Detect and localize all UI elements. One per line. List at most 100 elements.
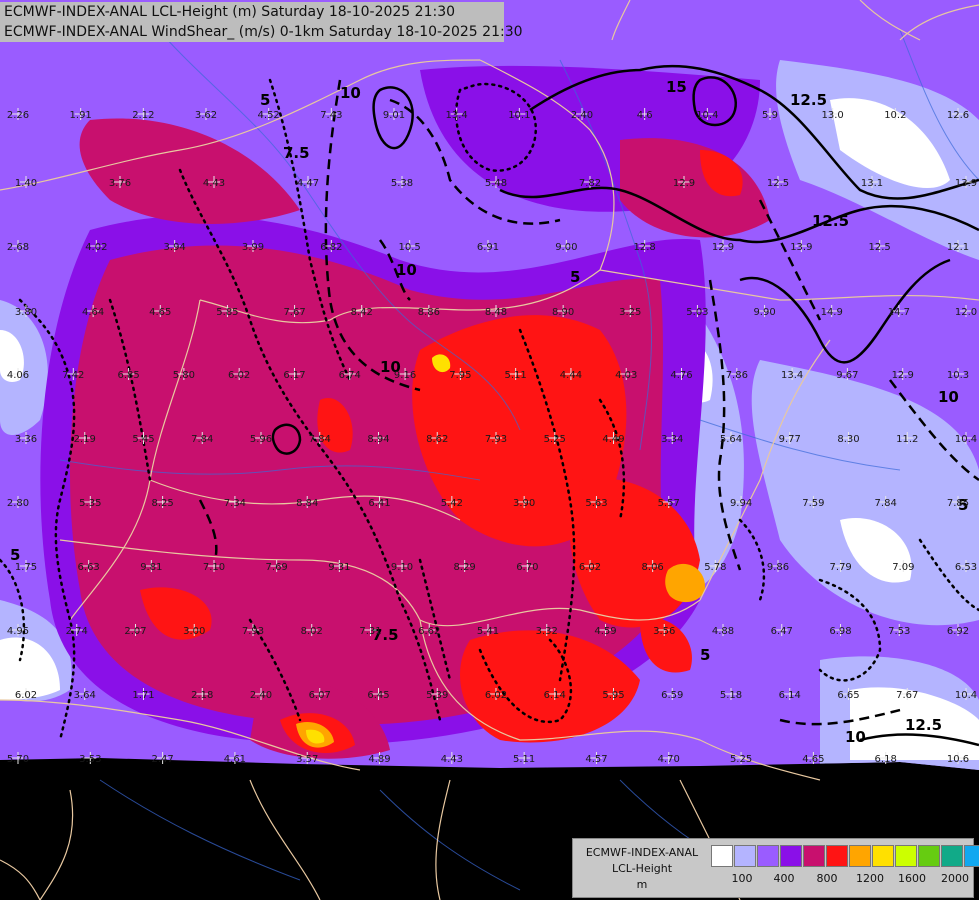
station-value: 6.14: [544, 690, 566, 701]
station-value: 7.84: [191, 434, 213, 445]
station-value: 7.67: [283, 307, 305, 318]
station-value: 7.84: [875, 498, 897, 509]
station-value: 10.4: [955, 434, 977, 445]
station-value: 5.11: [513, 754, 535, 765]
station-value: 2.74: [66, 626, 88, 637]
station-value: 2.26: [7, 110, 29, 121]
station-value: 5.38: [391, 178, 413, 189]
station-value: 13.4: [446, 110, 468, 121]
station-value: 6.85: [117, 370, 139, 381]
station-value: 6.02: [15, 690, 37, 701]
station-value: 12.1: [947, 242, 969, 253]
station-value: 3.94: [164, 242, 186, 253]
station-value: 6.59: [661, 690, 683, 701]
station-value: 4.03: [615, 370, 637, 381]
contour-label: 7.5: [283, 144, 310, 162]
station-value: 7.34: [224, 498, 246, 509]
legend-tick-label: 100: [731, 872, 753, 885]
station-value: 8.30: [837, 434, 859, 445]
station-value: 6.02: [228, 370, 250, 381]
station-value: 7.59: [802, 498, 824, 509]
station-value: 6.07: [309, 690, 331, 701]
station-value: 9.81: [140, 562, 162, 573]
legend-swatch: [826, 845, 848, 867]
station-value: 3.53: [79, 754, 101, 765]
station-value: 5.35: [79, 498, 101, 509]
station-value: 10.4: [696, 110, 718, 121]
station-value: 1.75: [15, 562, 37, 573]
station-value: 5.9: [762, 110, 778, 121]
station-value: 3.80: [15, 307, 37, 318]
legend-tick-label: 1600: [898, 872, 926, 885]
station-value: 10.3: [947, 370, 969, 381]
station-value: 3.62: [195, 110, 217, 121]
legend-swatch: [941, 845, 963, 867]
station-value: 4.57: [585, 754, 607, 765]
station-value: 5.48: [485, 178, 507, 189]
contour-label: 12.5: [790, 91, 827, 109]
lcl-height-field: [0, 0, 979, 770]
map-view: 5 7.5 10 12.5 15 12.5 10 10 10 7.5 5 12.…: [0, 0, 979, 900]
weather-map[interactable]: 5 7.5 10 12.5 15 12.5 10 10 10 7.5 5 12.…: [0, 0, 979, 900]
legend-swatch: [711, 845, 733, 867]
station-value: 2.47: [151, 754, 173, 765]
station-value: 3.76: [109, 178, 131, 189]
station-value: 6.63: [78, 562, 100, 573]
station-value: 2.40: [250, 690, 272, 701]
station-value: 5.11: [505, 370, 527, 381]
station-value: 8.94: [367, 434, 389, 445]
station-value: 14.7: [888, 307, 910, 318]
station-value: 5.63: [585, 498, 607, 509]
station-value: 9.10: [391, 562, 413, 573]
legend-swatch: [803, 845, 825, 867]
station-value: 6.18: [875, 754, 897, 765]
station-value: 10.5: [399, 242, 421, 253]
station-value: 13.4: [781, 370, 803, 381]
legend-swatches: [711, 845, 979, 867]
legend-tick-label: 1200: [856, 872, 884, 885]
station-value: 13.9: [955, 178, 977, 189]
station-value: 6.65: [837, 690, 859, 701]
station-value: 9.01: [383, 110, 405, 121]
station-value: 2.19: [74, 434, 96, 445]
legend-swatch: [872, 845, 894, 867]
station-value: 7.93: [485, 434, 507, 445]
legend-swatch: [780, 845, 802, 867]
station-value: 8.84: [296, 498, 318, 509]
legend-unit: m: [636, 878, 648, 891]
station-value: 6.17: [283, 370, 305, 381]
legend-title: ECMWF-INDEX-ANAL LCL-Height m: [577, 845, 707, 893]
station-value: 7.86: [726, 370, 748, 381]
station-value: 5.64: [720, 434, 742, 445]
station-value: 7.93: [242, 626, 264, 637]
station-value: 10.6: [947, 754, 969, 765]
station-value: 1.40: [15, 178, 37, 189]
station-value: 8.48: [485, 307, 507, 318]
station-value: 2.07: [124, 626, 146, 637]
station-value: 7.67: [896, 690, 918, 701]
contour-label: 5: [260, 91, 270, 109]
station-value: 5.39: [426, 690, 448, 701]
legend-swatch: [734, 845, 756, 867]
station-value: 13.0: [822, 110, 844, 121]
station-value: 8.62: [426, 434, 448, 445]
station-value: 5.18: [720, 690, 742, 701]
station-value: 4.65: [802, 754, 824, 765]
station-value: 8.02: [301, 626, 323, 637]
station-value: 13.1: [861, 178, 883, 189]
station-value: 12.5: [869, 242, 891, 253]
station-value: 7.31: [359, 626, 381, 637]
station-value: 6.53: [955, 562, 977, 573]
header-title-windshear: ECMWF-INDEX-ANAL WindShear_ (m/s) 0-1km …: [0, 22, 523, 42]
contour-label: 10: [938, 388, 959, 406]
station-value: 3.32: [536, 626, 558, 637]
station-value: 5.25: [544, 434, 566, 445]
station-value: 4.65: [149, 307, 171, 318]
station-value: 4.43: [441, 754, 463, 765]
station-value: 6.92: [947, 626, 969, 637]
legend-swatch: [964, 845, 979, 867]
station-value: 8.25: [151, 498, 173, 509]
station-value: 4.64: [82, 307, 104, 318]
station-value: 3.25: [619, 307, 641, 318]
station-value: 3.00: [183, 626, 205, 637]
